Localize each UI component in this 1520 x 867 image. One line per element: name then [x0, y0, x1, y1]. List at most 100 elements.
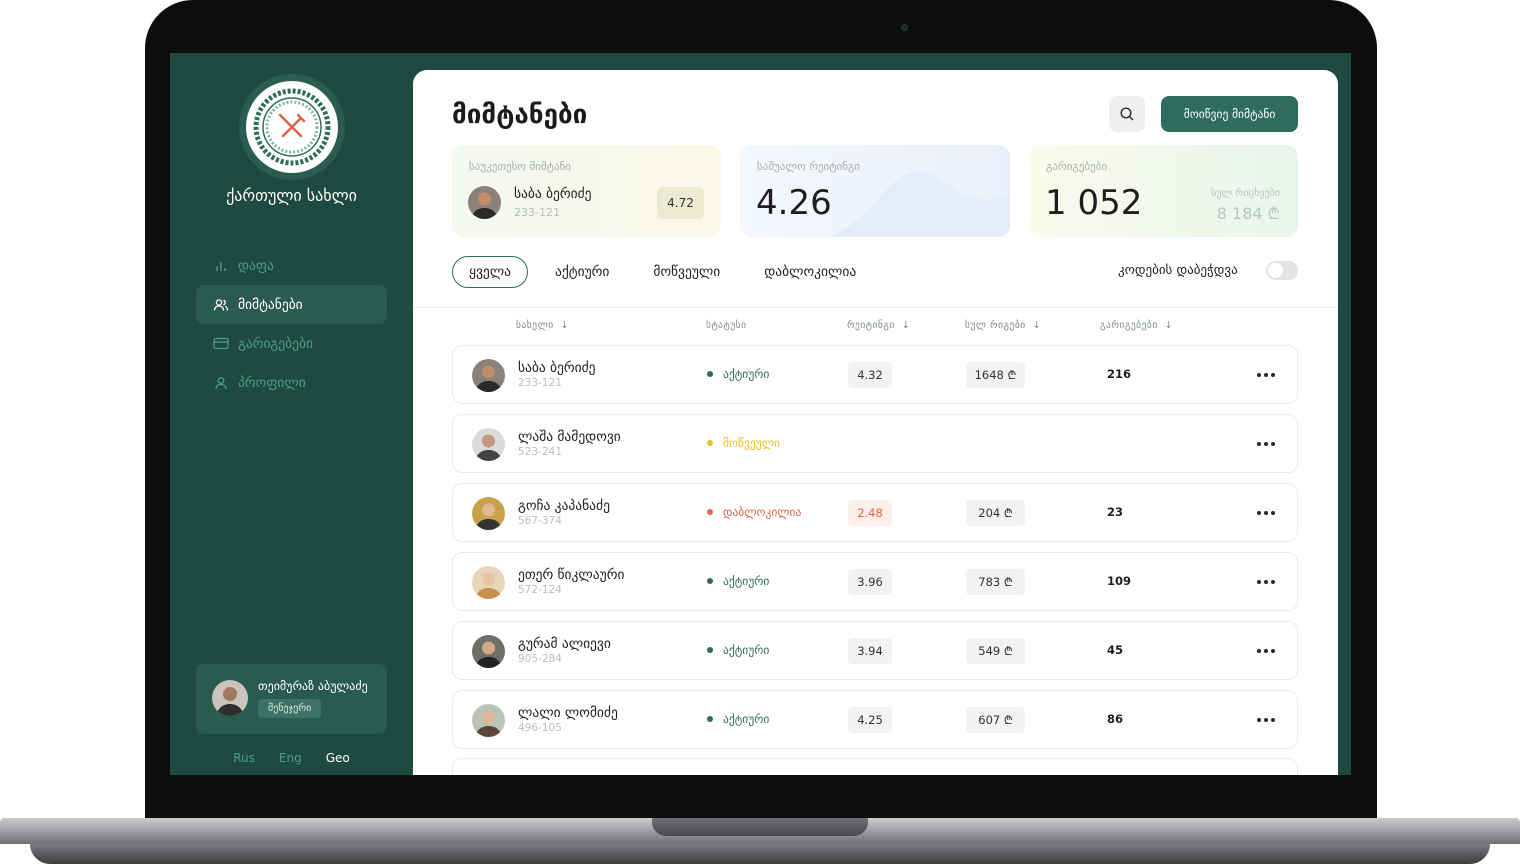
more-dot-icon: [1257, 442, 1261, 446]
sort-arrow-icon: ↓: [1029, 320, 1042, 331]
sort-arrow-icon: ↓: [1161, 320, 1174, 331]
orders-value: 204 ₾: [966, 500, 1025, 526]
waiter-name: გოჩა კაპანაძე: [518, 498, 610, 514]
status-dot-icon: [707, 716, 713, 722]
deals-count: 216: [1107, 367, 1132, 381]
status-badge: დაბლოკილია: [707, 505, 801, 519]
table-row[interactable]: გურამ ალიევი 905-284 აქტიური 3.94 549 ₾ …: [452, 621, 1298, 680]
status-dot-icon: [707, 509, 713, 515]
orders-value: 549 ₾: [966, 638, 1025, 664]
waiter-code: 523-241: [518, 446, 562, 458]
language-eng[interactable]: Eng: [279, 751, 302, 765]
column-header-name[interactable]: სახელი ↓: [516, 320, 569, 331]
print-codes-toggle[interactable]: [1266, 261, 1298, 280]
deals-count: 23: [1107, 505, 1124, 519]
sidebar-nav: დაფა მიმტანები გარიგებები პროფილი: [196, 246, 387, 402]
more-dot-icon: [1257, 373, 1261, 377]
status-dot-icon: [707, 647, 713, 653]
waiter-code: 233-121: [518, 377, 562, 389]
language-rus[interactable]: Rus: [233, 751, 255, 765]
user-name: თეიმურაზ აბულაძე: [258, 679, 368, 693]
more-options-button[interactable]: [1252, 639, 1280, 663]
avatar: [472, 497, 505, 530]
sidebar-item-deals[interactable]: გარიგებები: [196, 324, 387, 363]
avatar: [212, 680, 248, 716]
column-header-orders[interactable]: სულ რიგები ↓: [965, 320, 1041, 331]
divider: [413, 307, 1338, 308]
tab-blocked[interactable]: დაბლოკილია: [747, 256, 873, 288]
rating-value: 2.48: [848, 500, 892, 526]
stat-label: გარიგებები: [1046, 160, 1108, 173]
page-title: მიმტანები: [452, 100, 588, 130]
table-row[interactable]: ეთერ წიკლაური 572-124 აქტიური 3.96 783 ₾…: [452, 552, 1298, 611]
filter-tabs: ყველა აქტიური მოწვეული დაბლოკილია: [452, 256, 883, 288]
tab-invited[interactable]: მოწვეული: [636, 256, 737, 288]
status-dot-icon: [707, 440, 713, 446]
avatar: [472, 359, 505, 392]
sidebar-item-dashboard[interactable]: დაფა: [196, 246, 387, 285]
column-header-rating[interactable]: რეიტინგი ↓: [847, 320, 910, 331]
average-rating-value: 4.26: [756, 183, 832, 223]
waiter-code: 905-284: [518, 653, 562, 665]
table-row[interactable]: საბა ბერიძე 233-121 აქტიური 4.32 1648 ₾ …: [452, 345, 1298, 404]
deals-sub-label: სულ რიცხვები: [1211, 188, 1280, 199]
more-options-button[interactable]: [1252, 708, 1280, 732]
tab-all[interactable]: ყველა: [452, 256, 528, 288]
language-geo[interactable]: Geo: [326, 751, 350, 765]
laptop-base-shadow: [30, 844, 1490, 864]
deals-count: 45: [1107, 643, 1124, 657]
waiter-code: 572-124: [518, 584, 562, 596]
search-icon: [1120, 107, 1134, 121]
camera-icon: [901, 24, 908, 31]
search-button[interactable]: [1109, 96, 1145, 132]
avatar: [472, 635, 505, 668]
status-badge: აქტიური: [707, 712, 769, 726]
best-waiter-name: საბა ბერიძე: [514, 186, 592, 202]
status-badge: აქტიური: [707, 367, 769, 381]
column-header-deals[interactable]: გარიგებები ↓: [1100, 320, 1173, 331]
main-panel: მიმტანები მოიწვიე მიმტანი საუკეთესო მიმტ…: [413, 70, 1338, 775]
rating-value: 3.94: [848, 638, 892, 664]
column-header-status: სტატუსი: [706, 320, 747, 331]
status-dot-icon: [707, 371, 713, 377]
sort-arrow-icon: ↓: [898, 320, 911, 331]
card-icon: [213, 336, 229, 352]
rating-value: 4.32: [848, 362, 892, 388]
sidebar-item-label: მიმტანები: [238, 296, 303, 313]
users-icon: [213, 297, 229, 313]
table-row[interactable]: გოჩა კაპანაძე 567-374 დაბლოკილია 2.48 20…: [452, 483, 1298, 542]
waiter-name: ლალი ლომიძე: [518, 705, 618, 721]
waiter-name: ეთერ წიკლაური: [518, 567, 625, 583]
status-badge: აქტიური: [707, 574, 769, 588]
invite-waiter-button[interactable]: მოიწვიე მიმტანი: [1161, 96, 1298, 132]
rating-value: 3.96: [848, 569, 892, 595]
more-options-button[interactable]: [1252, 363, 1280, 387]
table-row[interactable]: ლალი ლომიძე 496-105 აქტიური 4.25 607 ₾ 8…: [452, 690, 1298, 749]
orders-value: 783 ₾: [966, 569, 1025, 595]
current-user-card[interactable]: თეიმურაზ აბულაძე მენეჯერი: [196, 664, 387, 734]
user-icon: [213, 375, 229, 391]
deals-sub-value: 8 184 ₾: [1216, 204, 1280, 223]
avatar: [472, 566, 505, 599]
laptop-notch: [652, 818, 868, 836]
more-dot-icon: [1257, 649, 1261, 653]
average-rating-card: საშუალო რეიტინგი 4.26: [740, 145, 1010, 237]
avatar: [468, 186, 501, 219]
more-dot-icon: [1257, 580, 1261, 584]
stat-label: საუკეთესო მიმტანი: [469, 160, 571, 173]
rating-value: 4.25: [848, 707, 892, 733]
table-row[interactable]: ლაშა მამედოვი 523-241 მოწვეული: [452, 414, 1298, 473]
tab-active[interactable]: აქტიური: [538, 256, 626, 288]
deals-count: 109: [1107, 574, 1132, 588]
more-dot-icon: [1257, 511, 1261, 515]
table-row-partial: [452, 758, 1298, 775]
more-options-button[interactable]: [1252, 501, 1280, 525]
more-options-button[interactable]: [1252, 570, 1280, 594]
language-switcher: Rus Eng Geo: [170, 751, 413, 765]
sidebar-item-profile[interactable]: პროფილი: [196, 363, 387, 402]
bar-chart-icon: [213, 258, 229, 274]
sidebar-item-waiters[interactable]: მიმტანები: [196, 285, 387, 324]
restaurant-name: ქართული სახლი: [226, 186, 357, 205]
status-badge: მოწვეული: [707, 436, 780, 450]
more-options-button[interactable]: [1252, 432, 1280, 456]
